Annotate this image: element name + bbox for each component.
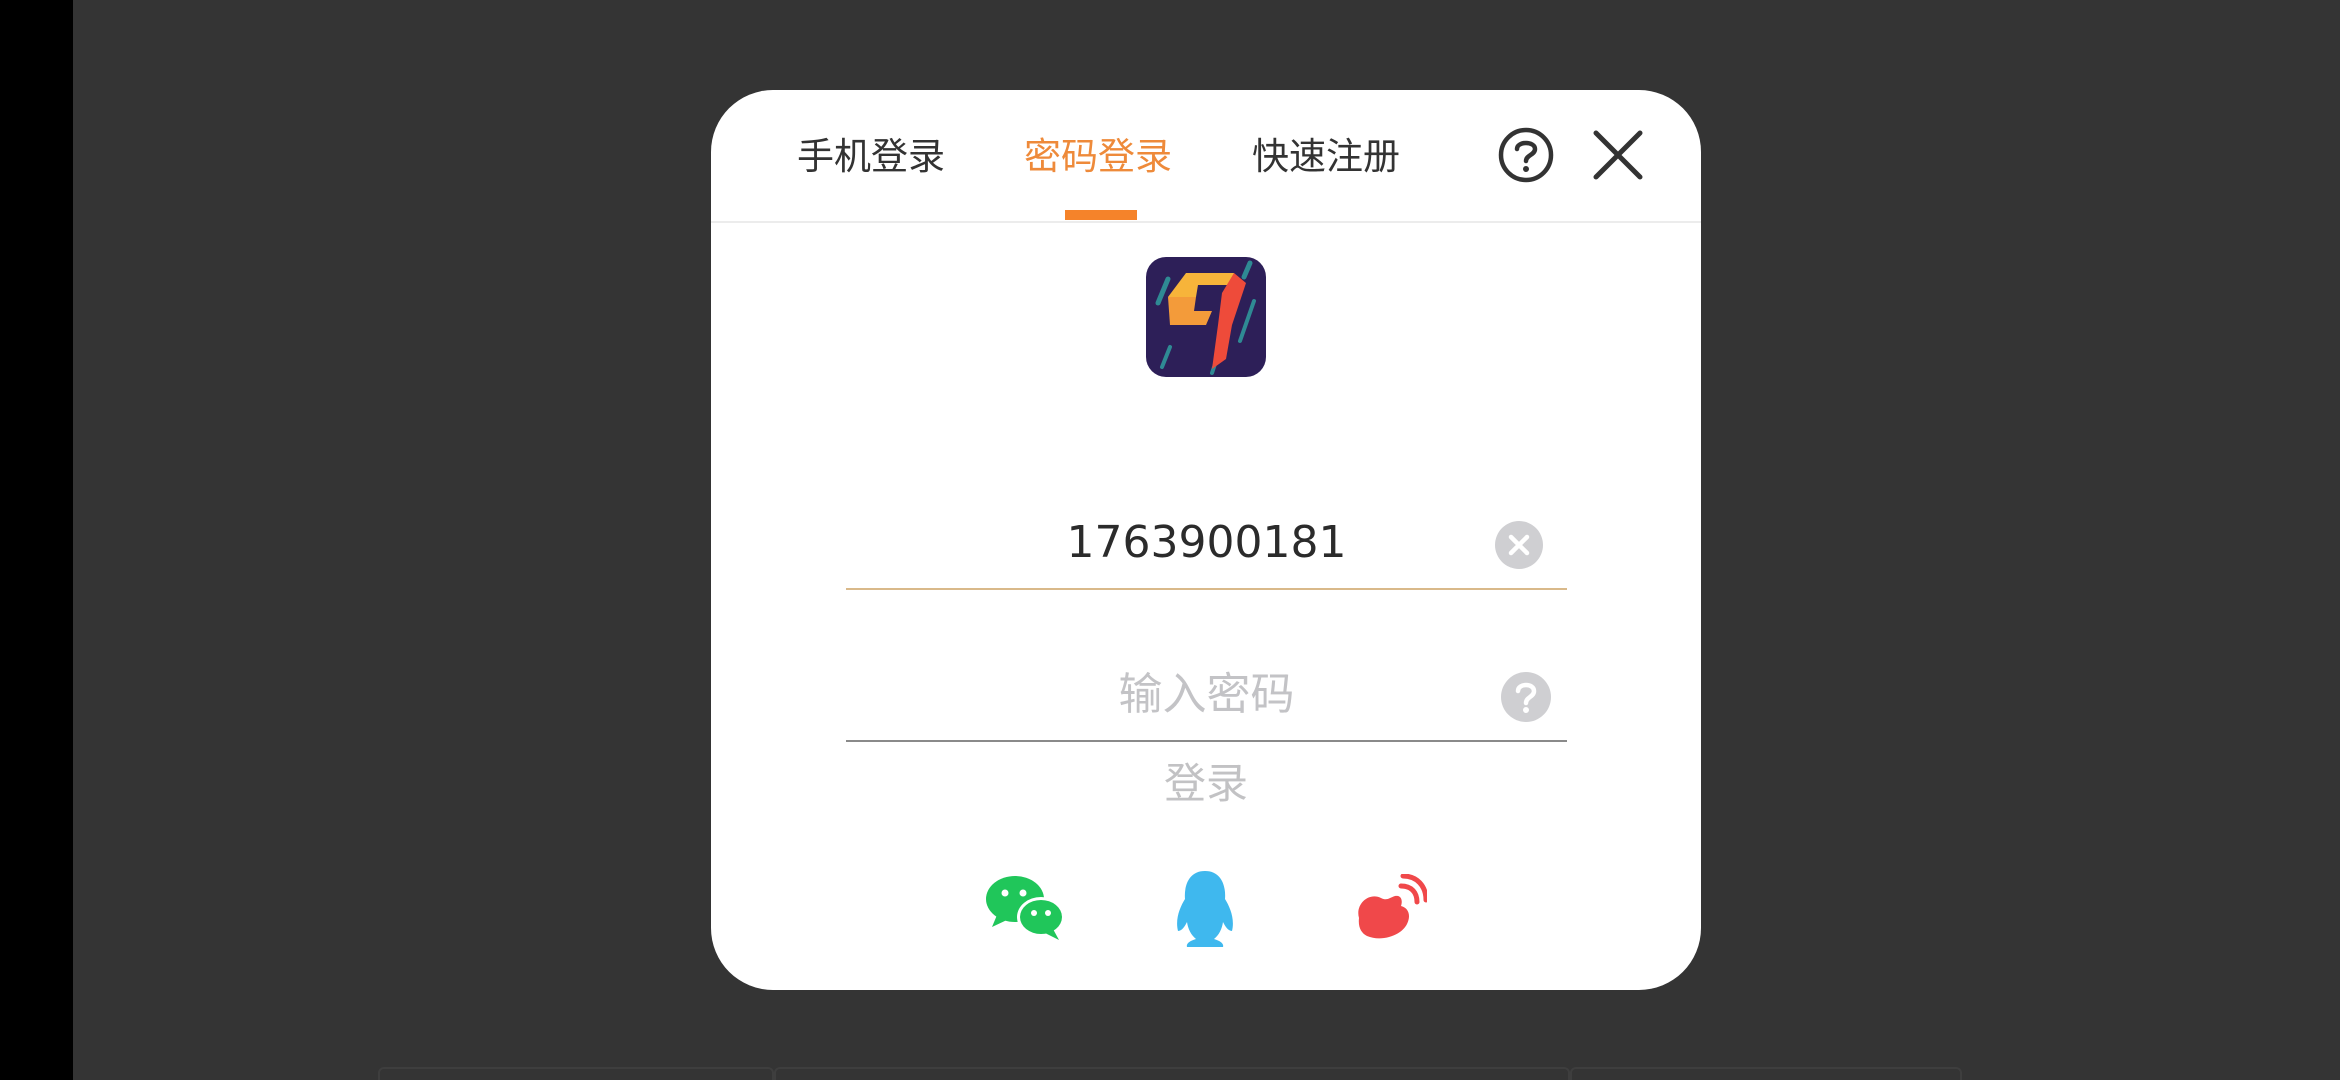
tab-password-login[interactable]: 密码登录 [1024, 132, 1172, 182]
background-panels [378, 1067, 1962, 1080]
close-icon[interactable] [1591, 128, 1645, 182]
background-panel [774, 1067, 1570, 1080]
qq-icon[interactable] [1172, 869, 1238, 949]
tab-quick-register[interactable]: 快速注册 [1252, 132, 1400, 182]
password-help-icon[interactable] [1501, 672, 1551, 722]
login-button[interactable]: 登录 [1106, 750, 1306, 818]
background-panel [1570, 1067, 1962, 1080]
left-edge-strip [0, 0, 73, 1080]
clear-input-icon[interactable] [1495, 521, 1543, 569]
login-tabs: 手机登录 密码登录 快速注册 [711, 90, 1701, 220]
help-icon[interactable] [1497, 126, 1555, 184]
tab-phone-login[interactable]: 手机登录 [797, 132, 945, 182]
active-tab-indicator [1065, 210, 1137, 220]
background-panel [378, 1067, 774, 1080]
app-logo [1146, 257, 1266, 377]
wechat-icon[interactable] [985, 873, 1067, 943]
password-input-placeholder[interactable]: 输入密码 [846, 650, 1567, 740]
login-dialog: 手机登录 密码登录 快速注册 1763900181 输入密码 登录 [711, 90, 1701, 990]
account-field[interactable]: 1763900181 [846, 498, 1567, 590]
header-divider [711, 221, 1701, 223]
password-field[interactable]: 输入密码 [846, 650, 1567, 742]
account-input[interactable]: 1763900181 [846, 498, 1567, 588]
weibo-icon[interactable] [1351, 873, 1429, 944]
